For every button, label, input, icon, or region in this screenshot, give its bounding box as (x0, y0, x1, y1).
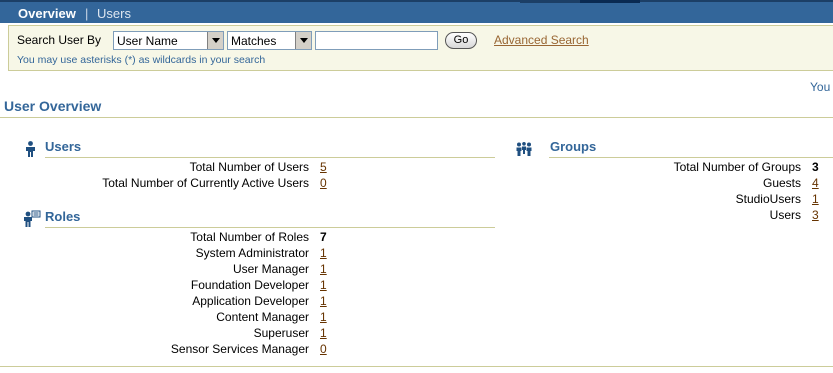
roles-row: Total Number of Roles 7 (0, 230, 333, 246)
chevron-down-icon[interactable] (207, 32, 223, 49)
groups-row: StudioUsers 1 (0, 192, 825, 208)
roles-row-label: Foundation Developer (190, 278, 309, 292)
roles-row: Content Manager 1 (0, 310, 333, 326)
people-group-icon (515, 142, 533, 159)
roles-row-label: Superuser (253, 326, 309, 340)
tab-users[interactable]: Users (97, 6, 131, 21)
search-panel: Search User By User Name Matches Go Adva… (8, 25, 833, 71)
role-count-link[interactable]: 1 (320, 278, 327, 292)
roles-row-label: Application Developer (192, 294, 309, 308)
groups-row: Users 3 (0, 208, 825, 224)
bottom-divider (0, 366, 833, 367)
groups-row: Total Number of Groups 3 (0, 160, 825, 176)
groups-row-label: StudioUsers (735, 192, 801, 206)
users-section-title: Users (45, 139, 82, 154)
search-operator-select[interactable]: Matches (227, 31, 312, 50)
roles-row: System Administrator 1 (0, 246, 333, 262)
group-count-link[interactable]: 4 (812, 176, 819, 190)
roles-row-label: System Administrator (195, 246, 309, 260)
role-count-link[interactable]: 1 (320, 294, 327, 308)
roles-section-divider (45, 227, 495, 228)
role-count-link[interactable]: 0 (320, 342, 327, 356)
role-count-link[interactable]: 1 (320, 246, 327, 260)
search-field-select[interactable]: User Name (113, 31, 224, 50)
roles-row-label: Sensor Services Manager (170, 342, 309, 356)
search-label: Search User By (17, 33, 102, 47)
chevron-down-icon[interactable] (295, 32, 311, 49)
groups-total-value: 3 (812, 160, 819, 174)
groups-section-divider (549, 157, 833, 158)
roles-row: Superuser 1 (0, 326, 333, 342)
groups-row-label: Users (769, 208, 801, 222)
go-button[interactable]: Go (445, 32, 477, 49)
title-divider (0, 117, 833, 118)
top-nav-bar: Overview | Users (0, 0, 833, 23)
groups-row-label: Total Number of Groups (673, 160, 801, 174)
roles-row: Foundation Developer 1 (0, 278, 333, 294)
search-input[interactable] (315, 31, 438, 50)
search-hint: You may use asterisks (*) as wildcards i… (17, 54, 266, 66)
tab-stub (520, 0, 580, 3)
roles-row-label: Total Number of Roles (190, 230, 309, 244)
roles-row: Application Developer 1 (0, 294, 333, 310)
role-count-link[interactable]: 1 (320, 262, 327, 276)
roles-row: User Manager 1 (0, 262, 333, 278)
role-count-link[interactable]: 1 (320, 310, 327, 324)
roles-row: Sensor Services Manager 0 (0, 342, 333, 358)
person-icon (25, 141, 36, 160)
group-count-link[interactable]: 1 (812, 192, 819, 206)
group-count-link[interactable]: 3 (812, 208, 819, 222)
nav-separator: | (85, 6, 89, 21)
tab-stub (580, 0, 640, 3)
tab-overview[interactable]: Overview (18, 6, 76, 21)
groups-row: Guests 4 (0, 176, 825, 192)
search-field-value: User Name (117, 34, 178, 48)
page-title: User Overview (4, 98, 102, 114)
groups-section-title: Groups (550, 139, 597, 154)
roles-row-label: User Manager (232, 262, 309, 276)
roles-total-value: 7 (320, 230, 327, 244)
role-count-link[interactable]: 1 (320, 326, 327, 340)
users-section-divider (45, 157, 495, 158)
search-operator-value: Matches (231, 34, 277, 48)
groups-row-label: Guests (762, 176, 801, 190)
roles-row-label: Content Manager (216, 310, 309, 324)
advanced-search-link[interactable]: Advanced Search (494, 33, 589, 47)
truncated-text: You (810, 80, 831, 94)
